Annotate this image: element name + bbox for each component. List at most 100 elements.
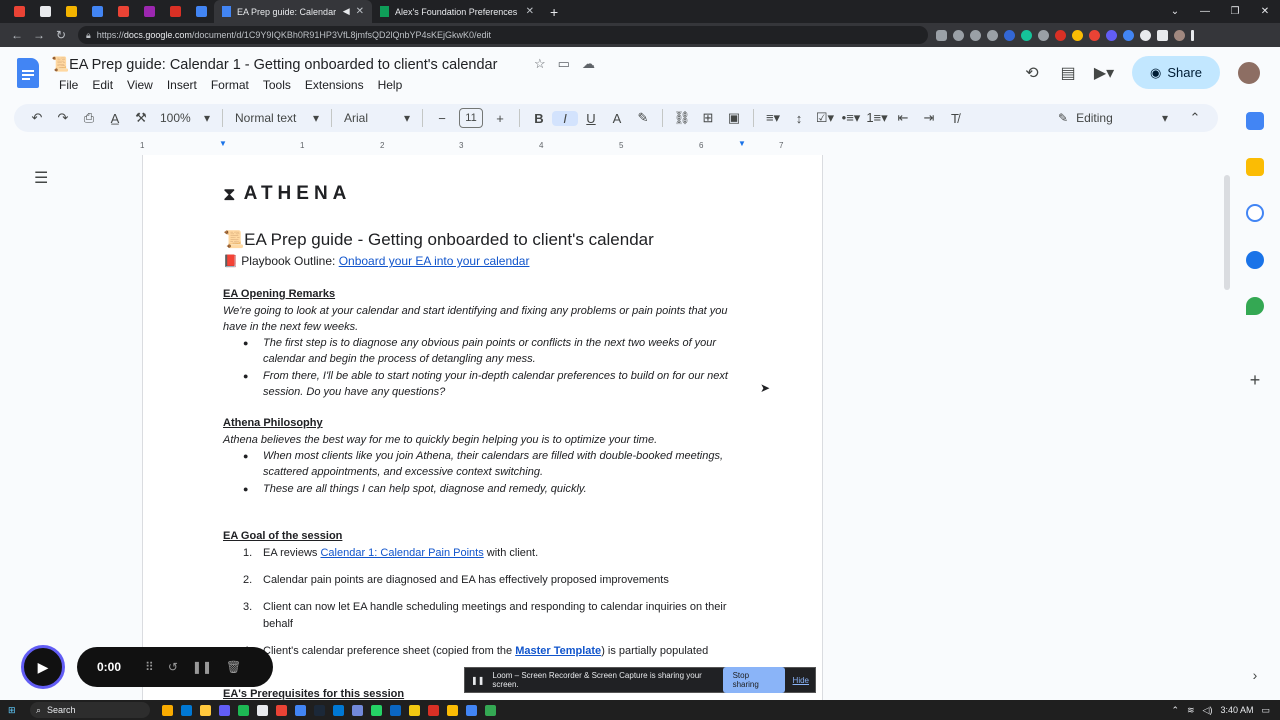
stop-sharing-button[interactable]: Stop sharing <box>722 667 785 693</box>
taskbar-app[interactable] <box>390 704 401 716</box>
cloud-status-icon[interactable]: ☁ <box>582 56 595 72</box>
tasks-icon[interactable] <box>1246 204 1264 222</box>
wifi-icon[interactable]: ≋ <box>1187 705 1195 716</box>
taskbar-app[interactable] <box>371 704 382 716</box>
italic-icon[interactable]: I <box>552 110 578 126</box>
reload-icon[interactable]: ↻ <box>50 28 72 42</box>
back-icon[interactable]: ← <box>6 28 28 42</box>
extensions-puzzle-icon[interactable] <box>1140 29 1151 41</box>
clock-time[interactable]: 3:40 AM <box>1220 705 1253 715</box>
taskbar-app[interactable] <box>295 704 306 716</box>
insert-image-icon[interactable]: ▣ <box>721 110 747 126</box>
taskbar-app[interactable] <box>409 704 420 716</box>
side-panel-icon[interactable] <box>1157 29 1168 41</box>
master-template-link[interactable]: Master Template <box>515 645 601 657</box>
meet-video-icon[interactable]: ▶▾ <box>1086 63 1122 83</box>
expand-panel-icon[interactable]: › <box>1246 666 1264 684</box>
menu-file[interactable]: File <box>52 78 85 92</box>
bold-icon[interactable]: B <box>526 111 552 126</box>
google-docs-logo-icon[interactable] <box>17 58 39 88</box>
left-indent-marker[interactable]: ▼ <box>219 139 227 148</box>
mic-icon[interactable] <box>936 29 947 41</box>
pinned-tab[interactable] <box>188 0 214 23</box>
menu-view[interactable]: View <box>120 78 160 92</box>
volume-icon[interactable]: ◁) <box>1203 705 1213 716</box>
menu-edit[interactable]: Edit <box>85 78 120 92</box>
taskbar-app[interactable] <box>162 704 173 716</box>
user-avatar[interactable] <box>1236 59 1262 86</box>
pinned-tab[interactable] <box>58 0 84 23</box>
taskbar-app[interactable] <box>447 704 458 716</box>
extension-icon[interactable] <box>1072 29 1083 41</box>
menu-format[interactable]: Format <box>204 78 256 92</box>
numbered-list-icon[interactable]: 1≡▾ <box>864 110 890 126</box>
contacts-icon[interactable] <box>1246 251 1264 269</box>
notifications-icon[interactable]: ▭ <box>1261 705 1270 716</box>
clear-formatting-icon[interactable]: T̸ <box>942 111 968 126</box>
close-tab-icon[interactable]: ✕ <box>526 6 534 17</box>
pinned-tab[interactable] <box>32 0 58 23</box>
line-spacing-icon[interactable]: ↕ <box>786 111 812 126</box>
menu-extensions[interactable]: Extensions <box>298 78 371 92</box>
close-window-icon[interactable]: ✕ <box>1250 0 1280 23</box>
windows-start-icon[interactable]: ⊞ <box>8 705 16 716</box>
decrease-indent-icon[interactable]: ⇤ <box>890 110 916 126</box>
increase-indent-icon[interactable]: ⇥ <box>916 110 942 126</box>
extension-icon[interactable] <box>1106 29 1117 41</box>
decrease-font-size-icon[interactable]: − <box>429 111 455 126</box>
extension-icon[interactable] <box>1038 29 1049 41</box>
more-menu-icon[interactable] <box>1191 29 1194 41</box>
tab-ea-prep-guide[interactable]: EA Prep guide: Calendar ◀ ✕ <box>214 0 372 23</box>
doc-heading[interactable]: 📜EA Prep guide - Getting onboarded to cl… <box>223 230 654 250</box>
menu-help[interactable]: Help <box>371 78 410 92</box>
tab-search-icon[interactable]: ⌄ <box>1160 0 1190 23</box>
close-tab-icon[interactable]: ✕ <box>356 6 364 17</box>
document-title[interactable]: 📜EA Prep guide: Calendar 1 - Getting onb… <box>51 56 497 73</box>
tray-chevron-icon[interactable]: ⌃ <box>1171 705 1179 716</box>
redo-icon[interactable]: ↷ <box>50 110 76 126</box>
forward-icon[interactable]: → <box>28 28 50 42</box>
pinned-tab[interactable] <box>162 0 188 23</box>
undo-icon[interactable]: ↶ <box>24 110 50 126</box>
bookmark-star-icon[interactable] <box>987 29 998 41</box>
extension-icon[interactable] <box>1004 29 1015 41</box>
taskbar-search[interactable]: ⌕ Search <box>30 702 150 718</box>
collapse-menus-icon[interactable]: ⌃ <box>1182 110 1208 126</box>
zoom-select[interactable]: 100% ▾ <box>154 111 216 125</box>
print-icon[interactable]: ⎙ <box>76 110 102 126</box>
url-bar[interactable]: 🔒︎ https://docs.google.com/document/d/1C… <box>78 26 928 44</box>
taskbar-app[interactable] <box>238 704 249 716</box>
font-size-input[interactable]: 11 <box>459 108 483 128</box>
highlight-icon[interactable]: ✎ <box>630 110 656 126</box>
taskbar-app[interactable] <box>200 704 211 716</box>
loom-camera-button[interactable]: ▶ <box>21 645 65 689</box>
right-indent-marker[interactable]: ▼ <box>738 139 746 148</box>
tab-alex-preferences[interactable]: Alex's Foundation Preferences - ✕ <box>372 0 542 23</box>
paint-format-icon[interactable]: ⚒ <box>128 110 154 126</box>
share-page-icon[interactable] <box>970 29 981 41</box>
pinned-tab[interactable] <box>136 0 162 23</box>
taskbar-app[interactable] <box>485 704 496 716</box>
underline-icon[interactable]: U <box>578 111 604 126</box>
pinned-tab[interactable] <box>84 0 110 23</box>
extension-icon[interactable] <box>1021 29 1032 41</box>
restart-icon[interactable]: ↺ <box>168 660 178 674</box>
extension-icon[interactable] <box>1123 29 1134 41</box>
add-comment-icon[interactable]: ⊞ <box>695 110 721 126</box>
version-history-icon[interactable]: ⟲ <box>1014 63 1050 83</box>
hide-sharing-bar-button[interactable]: Hide <box>793 676 809 685</box>
extension-icon[interactable] <box>1089 29 1100 41</box>
align-icon[interactable]: ≡▾ <box>760 110 786 126</box>
bulleted-list-icon[interactable]: •≡▾ <box>838 110 864 126</box>
pinned-tab[interactable] <box>6 0 32 23</box>
menu-tools[interactable]: Tools <box>256 78 298 92</box>
taskbar-app[interactable] <box>276 704 287 716</box>
zoom-icon[interactable] <box>953 29 964 41</box>
font-select[interactable]: Arial ▾ <box>338 111 416 125</box>
drag-handle-icon[interactable]: ⠿ <box>145 660 154 674</box>
checklist-icon[interactable]: ☑▾ <box>812 110 838 126</box>
taskbar-app[interactable] <box>181 704 192 716</box>
taskbar-app[interactable] <box>219 704 230 716</box>
delete-icon[interactable]: 🗑︎ <box>226 660 241 674</box>
profile-avatar[interactable] <box>1174 29 1185 41</box>
